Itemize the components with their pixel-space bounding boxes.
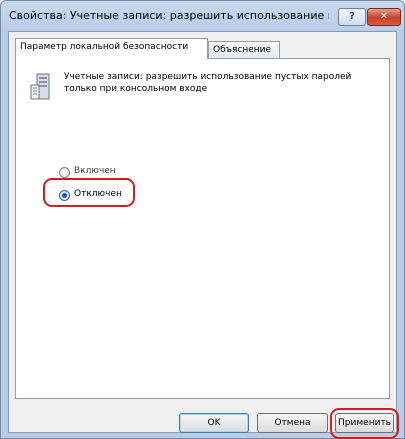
ok-button[interactable]: OK (179, 413, 249, 433)
policy-description-line-1: Учетные записи: разрешить использование … (64, 72, 352, 82)
properties-dialog: Свойства: Учетные записи: разрешить испо… (0, 0, 405, 439)
cancel-button[interactable]: Отмена (257, 413, 328, 433)
policy-description-line-2: только при консольном входе (64, 84, 208, 94)
title-bar[interactable]: Свойства: Учетные записи: разрешить испо… (1, 1, 404, 31)
tab-explain[interactable]: Объяснение (208, 41, 280, 59)
server-policy-icon (30, 73, 50, 100)
help-button[interactable]: ? (338, 8, 366, 26)
window-title: Свойства: Учетные записи: разрешить испо… (9, 9, 329, 22)
enabled-radio[interactable] (59, 167, 70, 178)
tab-local-security-setting[interactable]: Параметр локальной безопасности (15, 38, 208, 59)
apply-button-highlight (330, 408, 399, 439)
dialog-client-area: Параметр локальной безопасности Объяснен… (8, 31, 399, 439)
close-button[interactable]: ✕ (367, 8, 401, 26)
policy-description: Учетные записи: разрешить использование … (64, 71, 374, 95)
enabled-label[interactable]: Включен (74, 166, 116, 176)
disabled-option-highlight (43, 178, 135, 207)
tab-panel: Учетные записи: разрешить использование … (15, 58, 390, 399)
